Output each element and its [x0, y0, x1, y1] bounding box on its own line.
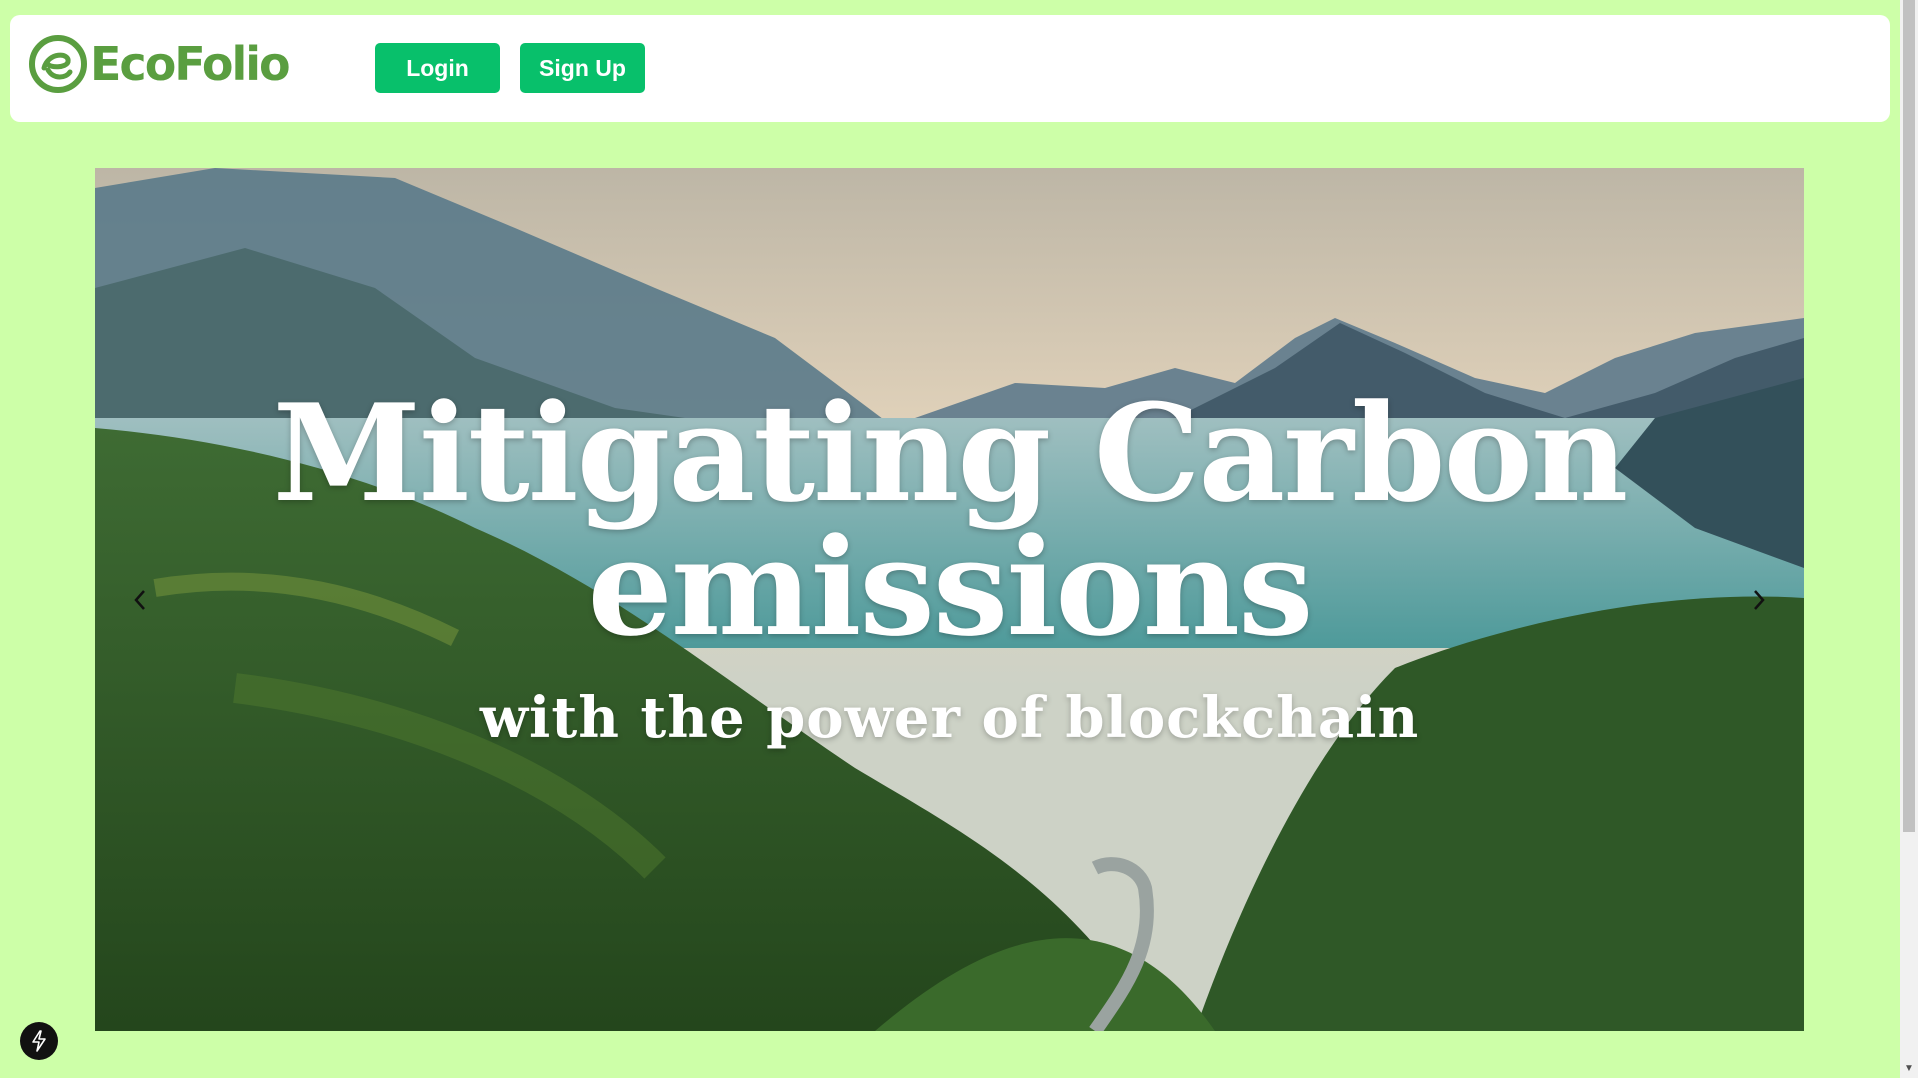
- lightning-bolt-icon: [32, 1030, 46, 1052]
- scrollbar-thumb[interactable]: [1903, 0, 1915, 832]
- login-button[interactable]: Login: [375, 43, 500, 93]
- chevron-left-icon: [134, 590, 145, 610]
- hero-title-line1: Mitigating Carbon: [272, 374, 1629, 532]
- page-scrollbar[interactable]: ▼: [1900, 0, 1918, 1078]
- signup-button[interactable]: Sign Up: [520, 43, 645, 93]
- hero-title-line2: emissions: [587, 508, 1314, 666]
- floating-bolt-button[interactable]: [20, 1022, 58, 1060]
- chevron-right-icon: [1754, 590, 1765, 610]
- hero-carousel: Mitigating Carbon emissions with the pow…: [95, 168, 1804, 1031]
- scroll-down-arrow-icon[interactable]: ▼: [1903, 1062, 1915, 1076]
- brand-logo[interactable]: EcoFolio: [28, 32, 291, 96]
- brand-name: EcoFolio: [90, 37, 291, 91]
- carousel-next-button[interactable]: [1744, 580, 1774, 620]
- hero-subtitle: with the power of blockchain: [479, 685, 1420, 751]
- carousel-prev-button[interactable]: [125, 580, 155, 620]
- top-navbar: EcoFolio Login Sign Up: [10, 15, 1890, 122]
- ecofolio-logo-icon: [29, 35, 87, 93]
